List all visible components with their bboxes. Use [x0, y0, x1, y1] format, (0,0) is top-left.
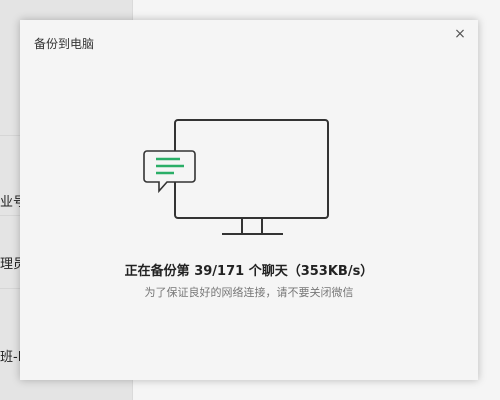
monitor-with-chat-bubble-icon [143, 119, 329, 235]
backup-progress-text: 正在备份第 39/171 个聊天（353KB/s） [124, 264, 374, 279]
close-button[interactable]: × [450, 24, 470, 44]
monitor-icon [174, 119, 329, 235]
app-window: 业号 理员 班-I 备份到电脑 × 正在备份第 39/171 个聊天（353KB… [0, 0, 500, 400]
chat-bubble-icon [143, 150, 196, 194]
network-hint-text: 为了保证良好的网络连接，请不要关闭微信 [144, 286, 354, 299]
backup-dialog: 备份到电脑 × 正在备份第 39/171 个聊天（353KB/s） 为了保证良好… [20, 20, 478, 380]
close-icon: × [454, 26, 466, 42]
dialog-title: 备份到电脑 [34, 37, 95, 51]
background-list-item[interactable]: 班-I [0, 346, 22, 365]
